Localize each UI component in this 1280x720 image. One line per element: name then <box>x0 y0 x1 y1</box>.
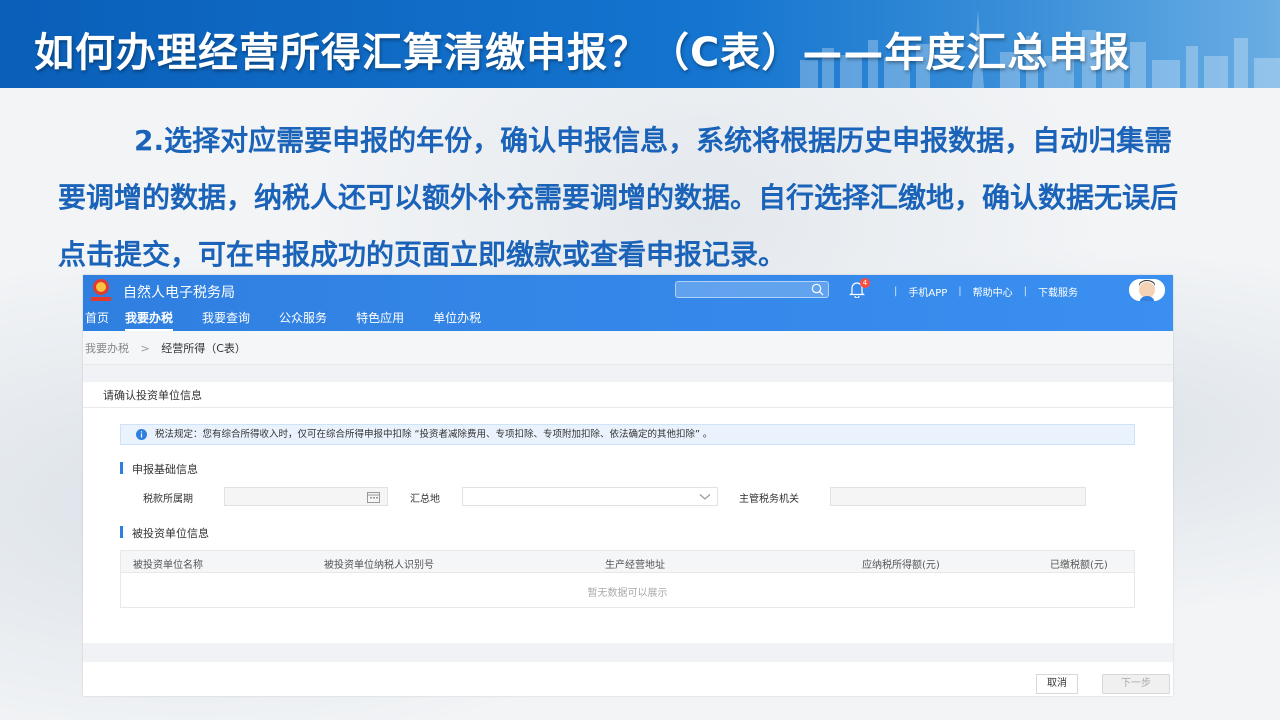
chevron-down-icon[interactable] <box>699 493 711 501</box>
tax-office-label: 主管税务机关 <box>739 494 799 505</box>
table-header: 被投资单位名称 被投资单位纳税人识别号 生产经营地址 应纳税所得额(元) 已缴税… <box>121 551 1134 573</box>
period-label: 税款所属期 <box>143 494 193 505</box>
header-link-mobile-app[interactable]: 手机APP <box>908 284 947 299</box>
breadcrumb-current: 经营所得（C表） <box>161 342 246 355</box>
spacer <box>83 365 1173 382</box>
notification-badge: 4 <box>860 278 870 288</box>
tax-office-field[interactable] <box>830 487 1086 506</box>
spacer <box>83 643 1173 662</box>
app-header: 自然人电子税务局 4 | 手机APP | 帮助中心 | 下载服务 首页 我要办税 <box>83 275 1173 331</box>
column-header: 已缴税额(元) <box>1050 560 1108 571</box>
column-header: 被投资单位纳税人识别号 <box>324 560 434 571</box>
instruction-paragraph: 2.选择对应需要申报的年份，确认申报信息，系统将根据历史申报数据，自动归集需要调… <box>58 124 1179 271</box>
tax-law-notice: 税法规定：您有综合所得收入时，仅可在综合所得申报中扣除 “投资者减除费用、专项扣… <box>120 424 1135 445</box>
breadcrumb-parent[interactable]: 我要办税 <box>85 342 129 355</box>
column-header: 应纳税所得额(元) <box>862 560 940 571</box>
empty-table-message: 暂无数据可以展示 <box>587 588 668 599</box>
nav-item-public-service[interactable]: 公众服务 <box>279 311 327 331</box>
section-title: 请确认投资单位信息 <box>83 382 1173 408</box>
main-nav: 首页 我要办税 我要查询 公众服务 特色应用 单位办税 <box>83 311 510 331</box>
avatar[interactable] <box>1129 279 1165 301</box>
nav-item-tax-handling[interactable]: 我要办税 <box>125 311 174 331</box>
investee-table: 被投资单位名称 被投资单位纳税人识别号 生产经营地址 应纳税所得额(元) 已缴税… <box>120 550 1135 608</box>
tax-period-field[interactable] <box>224 487 388 506</box>
nav-item-home[interactable]: 首页 <box>85 311 109 331</box>
search-input[interactable] <box>675 281 829 298</box>
form-footer: 取消 下一步 <box>83 664 1173 696</box>
column-header: 生产经营地址 <box>605 560 665 571</box>
app-title: 自然人电子税务局 <box>123 285 235 301</box>
nav-item-unit-tax[interactable]: 单位办税 <box>433 311 481 331</box>
title-banner: 如何办理经营所得汇算清缴申报？（C表）——年度汇总申报 <box>0 0 1280 88</box>
app-screenshot: 自然人电子税务局 4 | 手机APP | 帮助中心 | 下载服务 首页 我要办税 <box>83 275 1173 696</box>
header-links: | 手机APP | 帮助中心 | 下载服务 <box>894 284 1079 299</box>
column-header: 被投资单位名称 <box>133 560 203 571</box>
summary-region-select[interactable] <box>462 487 718 506</box>
notice-text: 税法规定：您有综合所得收入时，仅可在综合所得申报中扣除 “投资者减除费用、专项扣… <box>155 429 713 440</box>
cancel-button[interactable]: 取消 <box>1036 674 1078 694</box>
search-icon[interactable] <box>811 283 824 296</box>
region-label: 汇总地 <box>410 494 440 505</box>
slide-title: 如何办理经营所得汇算清缴申报？（C表）——年度汇总申报 <box>34 30 1131 76</box>
investee-info-title: 被投资单位信息 <box>120 525 209 541</box>
nav-item-query[interactable]: 我要查询 <box>202 311 250 331</box>
breadcrumb: 我要办税 > 经营所得（C表） <box>83 331 1173 365</box>
breadcrumb-separator: > <box>140 342 150 355</box>
calendar-icon[interactable] <box>367 491 380 503</box>
tax-emblem-icon <box>91 279 111 301</box>
header-link-help-center[interactable]: 帮助中心 <box>973 284 1013 299</box>
header-link-download[interactable]: 下载服务 <box>1038 284 1078 299</box>
nav-item-featured-apps[interactable]: 特色应用 <box>356 311 404 331</box>
next-step-button[interactable]: 下一步 <box>1102 674 1170 694</box>
info-icon <box>136 429 147 440</box>
basic-info-title: 申报基础信息 <box>120 461 198 477</box>
